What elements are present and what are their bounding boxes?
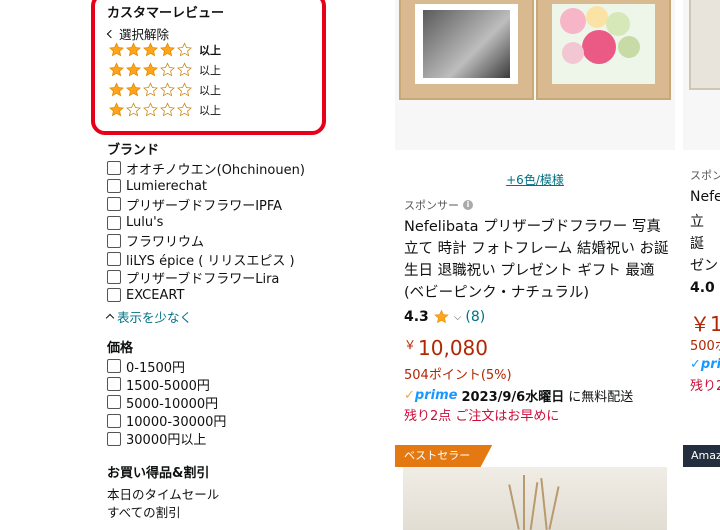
- checkbox[interactable]: [107, 233, 121, 248]
- checkbox[interactable]: [107, 359, 121, 374]
- sponsored-label: スポンサー i: [404, 197, 473, 213]
- product-title-partial-3[interactable]: 誕: [690, 233, 704, 253]
- stock-partial: 残り2: [690, 379, 720, 394]
- brand-heading: ブランド: [107, 143, 160, 158]
- points-text: 504ポイント(5%): [404, 368, 512, 383]
- brand-option-label: オオチノウエン(Ohchinouen): [126, 162, 305, 178]
- product-image-partial[interactable]: [683, 0, 720, 150]
- checkbox[interactable]: [107, 197, 121, 212]
- prime-label: prime: [414, 388, 458, 403]
- brand-option-label: プリザーブドフラワーIPFA: [126, 198, 283, 214]
- checkbox[interactable]: [107, 252, 121, 267]
- delivery-suffix: に無料配送: [568, 390, 634, 405]
- product-rating[interactable]: 4.3 ⌵ (8): [404, 309, 485, 325]
- checkbox[interactable]: [107, 413, 121, 428]
- review-count[interactable]: (8): [465, 309, 485, 325]
- checkbox[interactable]: [107, 215, 121, 230]
- chevron-up-icon: [105, 313, 115, 323]
- brand-option[interactable]: Lulu's: [107, 214, 305, 232]
- price-filter-list: 0-1500円 1500-5000円 5000-10000円 10000-30000円…: [107, 357, 226, 448]
- brand-option-label: フラワリウム: [126, 235, 205, 251]
- price-partial[interactable]: ￥10: [690, 308, 720, 337]
- deal-link-timesale[interactable]: 本日のタイムセール: [107, 484, 219, 503]
- brand-option-label: Lumierechat: [126, 178, 208, 194]
- price-heading: 価格: [107, 341, 134, 356]
- product-price[interactable]: ￥ 10,080: [404, 336, 488, 360]
- amazon-badge: Amaz: [683, 445, 720, 467]
- filter-sidebar: カスタマーレビュー 選択解除 以上 以上 以上 以上 ブランド オオチノウエン(Ohc…: [0, 0, 380, 530]
- brand-option[interactable]: EXCEART: [107, 286, 305, 304]
- checkbox[interactable]: [107, 431, 121, 446]
- price-option-label: 1500-5000円: [126, 378, 210, 394]
- star-icon: [434, 309, 449, 324]
- sponsored-label-partial: スポン: [690, 169, 720, 182]
- product-image-bottom[interactable]: [403, 467, 667, 530]
- price-option[interactable]: 1500-5000円: [107, 375, 226, 394]
- rating-value-partial: 4.0: [690, 280, 715, 296]
- product-card-bottom-partial: Amaz: [683, 445, 720, 530]
- price-option[interactable]: 0-1500円: [107, 357, 226, 376]
- checkbox[interactable]: [107, 395, 121, 410]
- see-less-link[interactable]: 表示を少なく: [105, 307, 193, 326]
- brand-option[interactable]: オオチノウエン(Ohchinouen): [107, 159, 305, 178]
- prime-badge: ✓prime: [404, 388, 457, 403]
- brand-option[interactable]: フラワリウム: [107, 232, 305, 250]
- product-image[interactable]: [395, 0, 675, 150]
- price-option[interactable]: 5000-10000円: [107, 393, 226, 412]
- see-less-label: 表示を少なく: [117, 310, 193, 325]
- checkbox[interactable]: [107, 179, 121, 194]
- info-icon[interactable]: i: [463, 200, 473, 210]
- best-seller-badge: ベストセラー: [395, 445, 493, 467]
- price-option[interactable]: 30000円以上: [107, 430, 226, 448]
- product-card: +6色/模様 スポンサー i Nefelibata プリザーブドフラワー 写真立…: [395, 0, 675, 435]
- price-option-label: 5000-10000円: [126, 396, 219, 412]
- more-colors-link[interactable]: +6色/模様: [395, 171, 675, 188]
- brand-option-label: liLYS épice ( リリスエピス ): [126, 253, 295, 269]
- deals-heading: お買い得品&割引: [107, 466, 210, 481]
- product-card-bottom: ベストセラー: [395, 445, 675, 530]
- check-icon: ✓: [404, 388, 415, 403]
- stock-warning: 残り2点 ご注文はお早めに: [404, 409, 560, 424]
- points-partial: 500ポ: [690, 339, 720, 354]
- product-card-partial: スポン Nefe 立 誕 ゼン 4.0 ￥10 500ポ ✓pri 残り2: [683, 0, 720, 435]
- sponsored-text: スポンサー: [404, 199, 459, 212]
- frame-photo-left: [399, 0, 534, 100]
- product-title-partial-2[interactable]: 立: [690, 211, 704, 231]
- checkbox[interactable]: [107, 161, 121, 176]
- brand-option[interactable]: liLYS épice ( リリスエピス ): [107, 250, 305, 269]
- price-value: 10,080: [418, 336, 488, 360]
- checkbox[interactable]: [107, 377, 121, 392]
- brand-option[interactable]: プリザーブドフラワーLira: [107, 268, 305, 287]
- price-option[interactable]: 10000-30000円: [107, 412, 226, 430]
- price-symbol: ￥: [404, 338, 417, 352]
- prime-badge-partial: ✓pri: [690, 357, 720, 372]
- brand-filter-list: オオチノウエン(Ohchinouen) Lumierechat プリザーブドフラワー…: [107, 159, 305, 305]
- chevron-down-icon: ⌵: [453, 311, 462, 323]
- product-title-partial-1[interactable]: Nefe: [690, 189, 720, 205]
- brand-option-label: EXCEART: [126, 287, 185, 303]
- price-option-label: 0-1500円: [126, 360, 186, 376]
- brand-option[interactable]: Lumierechat: [107, 177, 305, 195]
- delivery-info: ✓prime 2023/9/6水曜日 に無料配送: [404, 386, 633, 405]
- deal-link-all-discounts[interactable]: すべての割引: [107, 502, 181, 521]
- brand-option-label: Lulu's: [126, 215, 164, 231]
- checkbox[interactable]: [107, 270, 121, 285]
- product-title[interactable]: Nefelibata プリザーブドフラワー 写真立て 時計 フォトフレーム 結婚…: [404, 216, 670, 304]
- brand-option[interactable]: プリザーブドフラワーIPFA: [107, 195, 305, 214]
- price-option-label: 30000円以上: [126, 433, 207, 449]
- product-title-partial-4[interactable]: ゼン: [690, 255, 718, 275]
- frame-flowers-right: [536, 0, 671, 100]
- checkbox[interactable]: [107, 288, 121, 303]
- rating-value: 4.3: [404, 309, 429, 325]
- brand-option-label: プリザーブドフラワーLira: [126, 271, 280, 287]
- highlight-box: [91, 0, 326, 135]
- price-option-label: 10000-30000円: [126, 415, 227, 431]
- delivery-date: 2023/9/6水曜日: [461, 390, 565, 405]
